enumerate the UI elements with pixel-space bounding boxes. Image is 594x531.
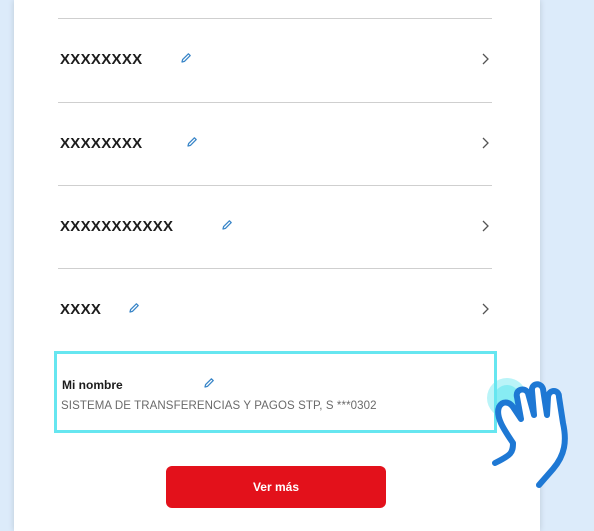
account-name: XXXXXXXX [60, 51, 143, 68]
account-row[interactable]: XXXXXXXX [58, 18, 492, 101]
own-account-row[interactable]: Mi nombre SISTEMA DE TRANSFERENCIAS Y PA… [54, 351, 497, 433]
account-row[interactable]: XXXXXXXXXXX [58, 185, 492, 268]
pencil-icon[interactable] [221, 219, 233, 231]
tap-hand-icon [487, 378, 568, 488]
own-account-title: Mi nombre [62, 378, 123, 392]
pencil-icon[interactable] [186, 136, 198, 148]
chevron-right-icon[interactable] [480, 219, 490, 233]
pencil-icon[interactable] [128, 302, 140, 314]
own-account-bank: SISTEMA DE TRANSFERENCIAS Y PAGOS STP, S… [61, 400, 377, 412]
chevron-right-icon[interactable] [480, 302, 490, 316]
pencil-icon[interactable] [203, 377, 215, 389]
pencil-icon[interactable] [180, 52, 192, 64]
account-row[interactable]: XXXXXXXX [58, 102, 492, 185]
account-name: XXXXXXXX [60, 135, 143, 152]
chevron-right-icon[interactable] [480, 136, 490, 150]
account-row[interactable]: XXXX [58, 268, 492, 351]
account-name: XXXX [60, 301, 102, 318]
account-name: XXXXXXXXXXX [60, 218, 174, 235]
chevron-right-icon[interactable] [480, 52, 490, 66]
ver-mas-button[interactable]: Ver más [166, 466, 386, 508]
